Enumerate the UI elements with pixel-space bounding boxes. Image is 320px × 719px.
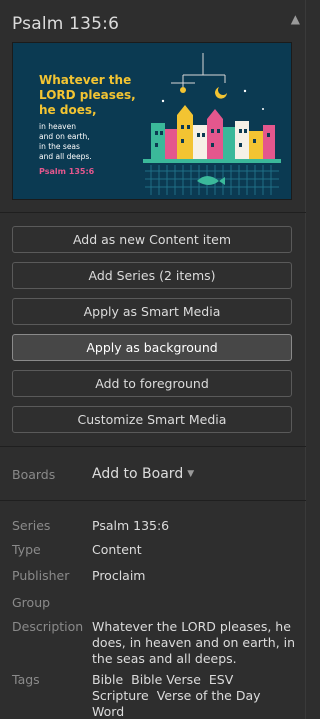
section-divider xyxy=(0,446,306,447)
section-divider xyxy=(0,500,306,501)
tag-item[interactable]: Bible xyxy=(92,672,123,688)
panel-header: Psalm 135:6 ▲ xyxy=(12,12,300,36)
boards-label: Boards xyxy=(12,467,56,482)
tag-list: Bible Bible Verse ESV Scripture Verse of… xyxy=(92,672,298,719)
chevron-down-icon: ▼ xyxy=(187,469,195,479)
media-detail-panel: Psalm 135:6 ▲ Whatever the LORD pleases,… xyxy=(0,0,306,719)
apply-smart-media-button[interactable]: Apply as Smart Media xyxy=(12,298,292,325)
add-foreground-button[interactable]: Add to foreground xyxy=(12,370,292,397)
add-series-button[interactable]: Add Series (2 items) xyxy=(12,262,292,289)
thumb-body-2: and on earth, xyxy=(39,132,90,141)
meta-type-key: Type xyxy=(12,542,41,557)
collapse-icon[interactable]: ▲ xyxy=(291,12,300,26)
meta-tags-key: Tags xyxy=(12,672,40,687)
apply-background-button[interactable]: Apply as background xyxy=(12,334,292,361)
customize-smart-media-button[interactable]: Customize Smart Media xyxy=(12,406,292,433)
add-to-board-dropdown[interactable]: Add to Board ▼ xyxy=(92,466,194,482)
tag-item[interactable]: Bible Verse xyxy=(131,672,201,688)
thumb-body-3: in the seas xyxy=(39,142,80,151)
meta-publisher-value: Proclaim xyxy=(92,568,146,583)
meta-group-key: Group xyxy=(12,595,51,610)
tag-item[interactable]: Verse of the Day xyxy=(157,688,261,704)
thumb-headline-2: LORD pleases, xyxy=(39,88,136,102)
meta-series-value: Psalm 135:6 xyxy=(92,518,170,533)
thumb-headline-1: Whatever the xyxy=(39,73,131,87)
panel-edge xyxy=(305,0,306,719)
tag-item[interactable]: ESV xyxy=(209,672,233,688)
meta-description-value: Whatever the LORD pleases, he does, in h… xyxy=(92,619,296,666)
meta-description-key: Description xyxy=(12,619,84,634)
tag-item[interactable]: Word xyxy=(92,704,124,719)
add-to-board-label: Add to Board xyxy=(92,466,184,482)
thumb-headline-3: he does, xyxy=(39,103,97,117)
thumb-body-1: in heaven xyxy=(39,122,76,131)
add-content-item-button[interactable]: Add as new Content item xyxy=(12,226,292,253)
thumb-ref: Psalm 135:6 xyxy=(39,167,95,176)
meta-publisher-key: Publisher xyxy=(12,568,70,583)
media-title: Psalm 135:6 xyxy=(12,14,120,34)
meta-type-value: Content xyxy=(92,542,142,557)
thumb-body-4: and all deeps. xyxy=(39,152,92,161)
media-thumbnail[interactable]: Whatever the LORD pleases, he does, in h… xyxy=(12,42,292,200)
tag-item[interactable]: Scripture xyxy=(92,688,149,704)
section-divider xyxy=(0,212,306,213)
meta-series-key: Series xyxy=(12,518,51,533)
